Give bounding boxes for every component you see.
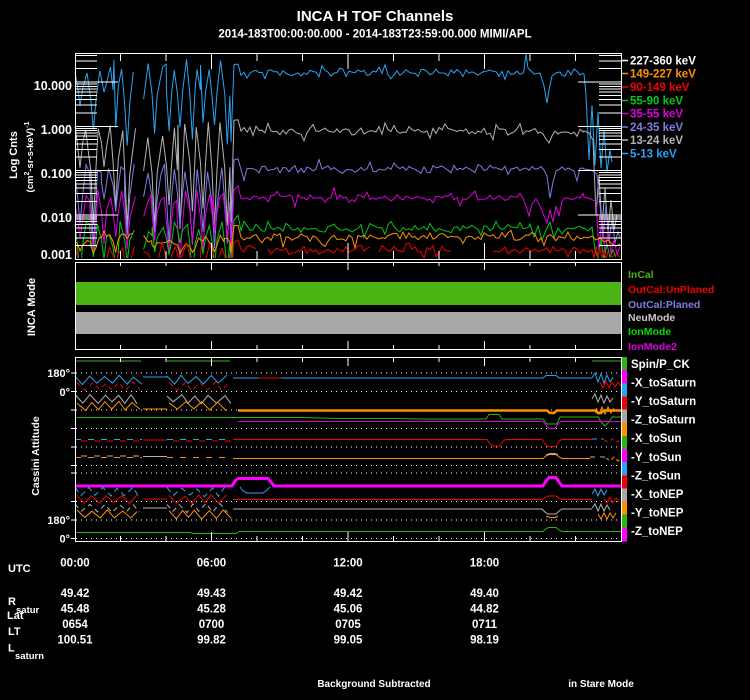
svg-text:0705: 0705 bbox=[335, 619, 361, 631]
svg-text:45.28: 45.28 bbox=[197, 604, 226, 616]
svg-text:0.100: 0.100 bbox=[41, 167, 72, 181]
svg-text:13-24 keV: 13-24 keV bbox=[630, 135, 683, 147]
svg-text:IonMode2: IonMode2 bbox=[628, 341, 677, 353]
svg-text:10.000: 10.000 bbox=[34, 79, 72, 93]
svg-text:R: R bbox=[8, 596, 16, 608]
svg-text:Lat: Lat bbox=[7, 610, 24, 622]
svg-text:-Z_toSaturn: -Z_toSaturn bbox=[631, 415, 696, 427]
svg-text:OutCal:Planed: OutCal:Planed bbox=[628, 299, 700, 311]
svg-text:in Stare Mode: in Stare Mode bbox=[568, 679, 634, 690]
svg-text:-Z_toNEP: -Z_toNEP bbox=[631, 526, 683, 538]
svg-text:180°: 180° bbox=[47, 368, 70, 380]
svg-text:44.82: 44.82 bbox=[470, 604, 499, 616]
svg-text:OutCal:UnPlaned: OutCal:UnPlaned bbox=[628, 284, 714, 296]
svg-text:49.42: 49.42 bbox=[334, 588, 363, 600]
svg-text:5-13 keV: 5-13 keV bbox=[630, 149, 677, 161]
svg-text:Log Cnts: Log Cnts bbox=[8, 131, 20, 179]
svg-text:-X_toSun: -X_toSun bbox=[631, 433, 681, 445]
svg-text:180°: 180° bbox=[47, 515, 70, 527]
svg-text:saturn: saturn bbox=[15, 651, 44, 662]
svg-text:Background Subtracted: Background Subtracted bbox=[317, 679, 430, 690]
svg-text:45.06: 45.06 bbox=[334, 604, 363, 616]
svg-text:06:00: 06:00 bbox=[197, 558, 226, 570]
svg-text:49.40: 49.40 bbox=[470, 588, 499, 600]
svg-text:LT: LT bbox=[8, 626, 21, 638]
svg-text:0°: 0° bbox=[59, 534, 70, 546]
svg-text:Spin/P_CK: Spin/P_CK bbox=[631, 359, 690, 371]
svg-text:2014-183T00:00:00.000 - 2014-1: 2014-183T00:00:00.000 - 2014-183T23:59:0… bbox=[218, 29, 531, 41]
svg-text:-Y_toSun: -Y_toSun bbox=[631, 452, 681, 464]
svg-text:227-360 keV: 227-360 keV bbox=[630, 56, 696, 68]
svg-text:-X_toSaturn: -X_toSaturn bbox=[631, 378, 696, 390]
svg-text:UTC: UTC bbox=[8, 563, 31, 575]
svg-text:InCal: InCal bbox=[628, 269, 654, 281]
svg-text:-Y_toNEP: -Y_toNEP bbox=[631, 507, 684, 519]
svg-text:49.42: 49.42 bbox=[61, 588, 90, 600]
svg-text:12:00: 12:00 bbox=[333, 558, 362, 570]
svg-text:IonMode: IonMode bbox=[628, 326, 671, 338]
svg-text:-X_toNEP: -X_toNEP bbox=[631, 489, 684, 501]
svg-text:INCA H TOF Channels: INCA H TOF Channels bbox=[297, 8, 454, 25]
svg-text:24-35 keV: 24-35 keV bbox=[630, 122, 683, 134]
svg-text:0.010: 0.010 bbox=[41, 211, 72, 225]
svg-text:0°: 0° bbox=[59, 387, 70, 399]
svg-text:99.05: 99.05 bbox=[334, 635, 363, 647]
svg-text:00:00: 00:00 bbox=[60, 558, 89, 570]
svg-text:99.82: 99.82 bbox=[197, 635, 226, 647]
svg-text:98.19: 98.19 bbox=[470, 635, 499, 647]
svg-text:55-90 keV: 55-90 keV bbox=[630, 96, 683, 108]
svg-text:-Y_toSaturn: -Y_toSaturn bbox=[631, 396, 696, 408]
svg-text:0711: 0711 bbox=[472, 619, 498, 631]
svg-text:0.001: 0.001 bbox=[41, 248, 72, 262]
svg-text:149-227 keV: 149-227 keV bbox=[630, 69, 696, 81]
svg-text:0700: 0700 bbox=[199, 619, 225, 631]
svg-text:45.48: 45.48 bbox=[61, 604, 90, 616]
svg-text:18:00: 18:00 bbox=[470, 558, 499, 570]
svg-text:Cassini Attitude: Cassini Attitude bbox=[30, 416, 42, 496]
svg-text:INCA Mode: INCA Mode bbox=[26, 278, 38, 336]
svg-text:49.43: 49.43 bbox=[197, 588, 226, 600]
svg-text:35-55 keV: 35-55 keV bbox=[630, 109, 683, 121]
svg-text:100.51: 100.51 bbox=[57, 635, 93, 647]
svg-text:NeuMode: NeuMode bbox=[628, 312, 675, 324]
svg-text:0654: 0654 bbox=[62, 619, 88, 631]
svg-text:L: L bbox=[8, 643, 15, 655]
svg-text:-Z_toSun: -Z_toSun bbox=[631, 470, 681, 482]
svg-text:(cm2-sr-s-keV)-1: (cm2-sr-s-keV)-1 bbox=[24, 121, 36, 192]
svg-text:1.000: 1.000 bbox=[41, 123, 72, 137]
svg-text:90-149 keV: 90-149 keV bbox=[630, 82, 690, 94]
